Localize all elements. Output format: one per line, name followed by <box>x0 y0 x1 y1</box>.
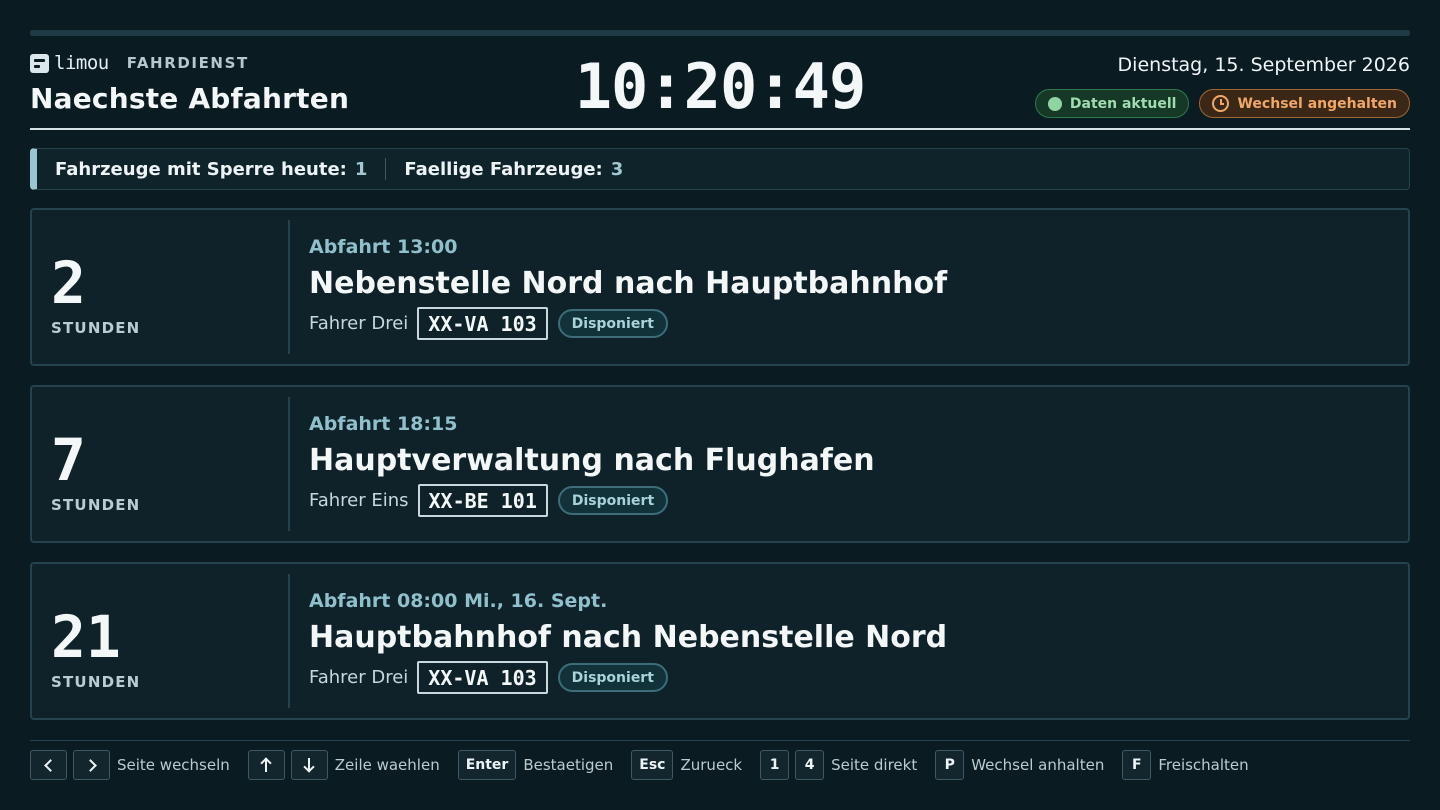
countdown-unit: STUNDEN <box>51 319 141 337</box>
arrow-up-icon <box>260 758 272 772</box>
route: Hauptverwaltung nach Flughafen <box>309 443 875 478</box>
arrow-down-icon <box>303 758 315 772</box>
locked-vehicles-label: Fahrzeuge mit Sperre heute: <box>55 158 347 180</box>
departure-meta: Fahrer Drei XX-VA 103 Disponiert <box>309 307 668 340</box>
countdown-unit: STUNDEN <box>51 496 141 514</box>
unlock-label: Freischalten <box>1158 756 1249 774</box>
countdown-hours: 21 <box>51 603 121 671</box>
departure-meta: Fahrer Drei XX-VA 103 Disponiert <box>309 661 668 694</box>
chevron-left-icon <box>43 758 57 772</box>
date: Dienstag, 15. September 2026 <box>1117 54 1410 76</box>
departure-time: Abfahrt 08:00 Mi., 16. Sept. <box>309 590 608 612</box>
top-progress-bar <box>30 30 1410 36</box>
license-plate: XX-BE 101 <box>417 484 548 517</box>
confirm-label: Bestaetigen <box>523 756 614 774</box>
status-dot-icon <box>1047 96 1062 111</box>
back-label: Zurueck <box>680 756 743 774</box>
departure-card[interactable]: 7 STUNDEN Abfahrt 18:15 Hauptverwaltung … <box>30 385 1410 543</box>
route: Nebenstelle Nord nach Hauptbahnhof <box>309 266 948 301</box>
rotation-status-label: Wechsel angehalten <box>1237 95 1397 112</box>
driver-name: Fahrer Drei <box>309 667 409 688</box>
enter-key[interactable]: Enter <box>457 750 517 780</box>
departure-card[interactable]: 2 STUNDEN Abfahrt 13:00 Nebenstelle Nord… <box>30 208 1410 366</box>
page-switch-label: Seite wechseln <box>117 756 230 774</box>
countdown-hours: 7 <box>51 426 86 494</box>
row-down-key[interactable] <box>290 750 328 780</box>
status-badge: Disponiert <box>557 663 668 692</box>
rotation-status-badge: Wechsel angehalten <box>1199 89 1410 118</box>
status-badges: Daten aktuell Wechsel angehalten <box>1034 89 1410 118</box>
chevron-right-icon <box>83 758 97 772</box>
countdown: 2 STUNDEN <box>32 220 290 354</box>
departure-meta: Fahrer Eins XX-BE 101 Disponiert <box>309 484 669 517</box>
direct-page-label: Seite direkt <box>831 756 918 774</box>
summary-divider <box>385 158 387 180</box>
page-4-key[interactable]: 4 <box>795 750 825 780</box>
summary-bar: Fahrzeuge mit Sperre heute: 1 Faellige F… <box>30 148 1410 190</box>
status-badge: Disponiert <box>557 309 668 338</box>
unlock-key[interactable]: F <box>1122 750 1152 780</box>
header: limou FAHRDIENST Naechste Abfahrten 10:2… <box>30 50 1410 130</box>
prev-page-key[interactable] <box>30 750 67 780</box>
countdown: 21 STUNDEN <box>32 574 290 708</box>
pause-label: Wechsel anhalten <box>971 756 1105 774</box>
clock-icon <box>1212 95 1230 112</box>
due-vehicles-value: 3 <box>610 158 624 180</box>
countdown-hours: 2 <box>51 249 86 317</box>
row-up-key[interactable] <box>247 750 285 780</box>
status-badge: Disponiert <box>557 486 669 515</box>
esc-key[interactable]: Esc <box>631 750 674 780</box>
row-select-label: Zeile waehlen <box>334 756 440 774</box>
departure-time: Abfahrt 13:00 <box>309 236 458 258</box>
data-status-label: Daten aktuell <box>1069 95 1177 112</box>
license-plate: XX-VA 103 <box>417 307 548 340</box>
footer-divider <box>30 740 1410 741</box>
next-page-key[interactable] <box>73 750 110 780</box>
locked-vehicles-value: 1 <box>354 158 368 180</box>
departure-time: Abfahrt 18:15 <box>309 413 458 435</box>
departure-card[interactable]: 21 STUNDEN Abfahrt 08:00 Mi., 16. Sept. … <box>30 562 1410 720</box>
data-status-badge: Daten aktuell <box>1034 89 1190 118</box>
keyboard-hints: Seite wechseln Zeile waehlen Enter Besta… <box>30 750 1267 780</box>
route: Hauptbahnhof nach Nebenstelle Nord <box>309 620 948 655</box>
due-vehicles-label: Faellige Fahrzeuge: <box>404 158 603 180</box>
countdown-unit: STUNDEN <box>51 673 141 691</box>
driver-name: Fahrer Eins <box>309 490 409 511</box>
page-1-key[interactable]: 1 <box>760 750 790 780</box>
pause-key[interactable]: P <box>935 750 965 780</box>
driver-name: Fahrer Drei <box>309 313 409 334</box>
countdown: 7 STUNDEN <box>32 397 290 531</box>
license-plate: XX-VA 103 <box>417 661 548 694</box>
